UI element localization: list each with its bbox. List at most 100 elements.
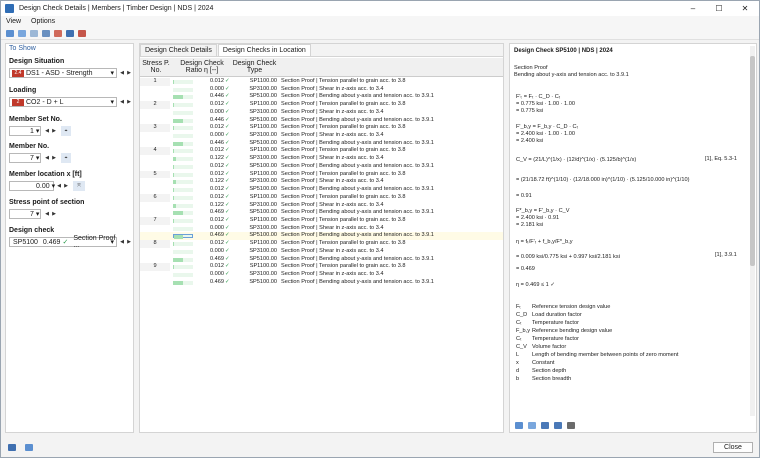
check-icon: ✓	[225, 178, 230, 185]
table-row[interactable]: 0.469 ✓ SP5100.00 Section Proof | Bending a…	[140, 232, 503, 241]
table-row[interactable]: 0.000 ✓ SP3100.00 Section Proof | Shear in …	[140, 225, 503, 233]
next-arrow-icon[interactable]: ▶	[51, 209, 57, 219]
table-row[interactable]: 5 0.012 ✓ SP1100.00 Section Proof | Tension …	[140, 170, 503, 179]
table-row[interactable]: 0.000 ✓ SP3100.00 Section Proof | Shear in …	[140, 86, 503, 94]
table-row[interactable]: 0.469 ✓ SP5100.00 Section Proof | Bending a…	[140, 256, 503, 264]
flag-icon[interactable]	[52, 28, 63, 38]
table-row[interactable]: 1 0.012 ✓ SP1100.00 Section Proof | Tension …	[140, 78, 503, 86]
expand-icon[interactable]	[539, 420, 550, 430]
type-cell: SP1100.00	[249, 124, 277, 131]
maximize-icon[interactable]: ☐	[705, 1, 733, 16]
table-row[interactable]: 0.122 ✓ SP3100.00 Section Proof | Shear in …	[140, 202, 503, 210]
ratio-bar	[173, 234, 193, 240]
table-row[interactable]: 4 0.012 ✓ SP1100.00 Section Proof | Tension …	[140, 147, 503, 156]
location-select[interactable]: 0.00 ▾	[9, 181, 55, 191]
description-cell: Section Proof | Bending about y-axis and…	[281, 116, 434, 123]
ratio-bar-fill	[173, 118, 183, 123]
menu-view[interactable]: View	[1, 18, 26, 25]
zoom-icon[interactable]	[16, 28, 27, 38]
table-row[interactable]: 9 0.012 ✓ SP1100.00 Section Proof | Tension …	[140, 263, 503, 271]
filter-icon[interactable]	[76, 28, 87, 38]
prev-arrow-icon[interactable]: ◀	[44, 153, 50, 163]
prev-arrow-icon[interactable]: ◀	[44, 209, 50, 219]
prev-arrow-icon[interactable]: ◀	[119, 68, 125, 78]
export-icon[interactable]	[64, 28, 75, 38]
design-check-select[interactable]: SP5100 0.469 ✓ Section Proof ... ▾	[9, 235, 117, 249]
prev-arrow-icon[interactable]: ◀	[56, 181, 62, 191]
ratio-bar-fill	[173, 95, 183, 100]
member-select[interactable]: 7 ▾	[9, 153, 41, 163]
table-icon[interactable]	[28, 28, 39, 38]
select-icon[interactable]	[4, 28, 15, 38]
prev-arrow-icon[interactable]: ◀	[119, 237, 125, 247]
print-icon[interactable]	[565, 420, 576, 430]
tab-design-checks-in-location[interactable]: Design Checks in Location	[217, 44, 311, 56]
design-situation-value: DS1 - ASD - Strength	[26, 69, 93, 77]
check-icon: ✓	[225, 116, 230, 123]
table-row[interactable]: 0.446 ✓ SP5100.00 Section Proof | Bending a…	[140, 93, 503, 101]
table-row[interactable]: 0.000 ✓ SP3100.00 Section Proof | Shear in …	[140, 271, 503, 279]
prev-arrow-icon[interactable]: ◀	[119, 97, 125, 107]
table-row[interactable]: 0.446 ✓ SP5100.00 Section Proof | Bending a…	[140, 117, 503, 125]
collapse-icon[interactable]	[552, 420, 563, 430]
location-pick-icon[interactable]: ⤧	[73, 181, 85, 191]
table-row[interactable]: 0.446 ✓ SP5100.00 Section Proof | Bending a…	[140, 140, 503, 148]
next-arrow-icon[interactable]: ▶	[126, 97, 132, 107]
stress-point-select[interactable]: 7 ▾	[9, 209, 41, 219]
close-icon[interactable]: ✕	[731, 1, 759, 16]
ratio-bar	[173, 265, 193, 270]
next-arrow-icon[interactable]: ▶	[126, 237, 132, 247]
pick-member-icon[interactable]: ⌖	[61, 153, 71, 163]
table-row[interactable]: 8 0.012 ✓ SP1100.00 Section Proof | Tension …	[140, 240, 503, 248]
detail-scrollbar[interactable]	[750, 46, 755, 416]
loading-select[interactable]: 2 CO2 - D + L ▾	[9, 97, 117, 107]
ratio-cell: 0.000	[210, 247, 224, 254]
ratio-bar	[173, 103, 193, 108]
table-row[interactable]: 6 0.012 ✓ SP1100.00 Section Proof | Tension …	[140, 193, 503, 202]
table-row[interactable]: 0.469 ✓ SP5100.00 Section Proof | Bending a…	[140, 209, 503, 217]
table-row[interactable]: 0.122 ✓ SP3100.00 Section Proof | Shear in …	[140, 155, 503, 163]
description-cell: Section Proof | Bending about y-axis and…	[281, 93, 434, 100]
prev-arrow-icon[interactable]: ◀	[44, 126, 50, 136]
description-cell: Section Proof | Shear in z-axis acc. to …	[281, 132, 384, 139]
table-row[interactable]: 3 0.012 ✓ SP1100.00 Section Proof | Tension …	[140, 124, 503, 133]
units-icon[interactable]	[513, 420, 524, 430]
tab-design-check-details[interactable]: Design Check Details	[140, 44, 217, 56]
table-row[interactable]: 0.122 ✓ SP3100.00 Section Proof | Shear in …	[140, 178, 503, 186]
member-set-select[interactable]: 1 ▾	[9, 126, 41, 136]
sort-icon[interactable]	[526, 420, 537, 430]
ratio-cell: 0.000	[210, 224, 224, 231]
units-icon[interactable]	[23, 442, 34, 452]
minimize-icon[interactable]: –	[679, 1, 707, 16]
to-show-heading: To Show	[9, 45, 36, 52]
ratio-cell: 0.446	[210, 93, 224, 100]
table-row[interactable]: 2 0.012 ✓ SP1100.00 Section Proof | Tension …	[140, 101, 503, 109]
table-row[interactable]: 7 0.012 ✓ SP1100.00 Section Proof | Tension …	[140, 216, 503, 225]
table-row[interactable]: 0.000 ✓ SP3100.00 Section Proof | Shear in …	[140, 109, 503, 117]
type-cell: SP5100.00	[249, 209, 277, 216]
menu-options[interactable]: Options	[26, 18, 60, 25]
check-icon: ✓	[62, 239, 69, 246]
ratio-bar	[173, 110, 193, 115]
close-button[interactable]: Close	[713, 442, 753, 453]
type-cell: SP3100.00	[249, 108, 277, 115]
ratio-bar	[173, 157, 193, 162]
table-row[interactable]: 0.469 ✓ SP5100.00 Section Proof | Bending a…	[140, 279, 503, 287]
table-row[interactable]: 0.012 ✓ SP5100.00 Section Proof | Bending a…	[140, 186, 503, 194]
legend-description: Volume factor	[532, 344, 567, 350]
check-icon: ✓	[225, 240, 230, 247]
next-arrow-icon[interactable]: ▶	[51, 153, 57, 163]
next-arrow-icon[interactable]: ▶	[51, 126, 57, 136]
design-situation-select[interactable]: 2.4 DS1 - ASD - Strength ▾	[9, 68, 117, 78]
ratio-cell: 0.012	[210, 101, 224, 108]
table-row[interactable]: 0.012 ✓ SP5100.00 Section Proof | Bending a…	[140, 163, 503, 171]
next-arrow-icon[interactable]: ▶	[63, 181, 69, 191]
next-arrow-icon[interactable]: ▶	[126, 68, 132, 78]
pick-member-icon[interactable]: ⌖	[61, 126, 71, 136]
ratio-bar-fill	[174, 235, 184, 240]
help-icon[interactable]	[6, 442, 17, 452]
type-cell: SP5100.00	[249, 116, 277, 123]
table-row[interactable]: 0.000 ✓ SP3100.00 Section Proof | Shear in …	[140, 248, 503, 256]
list-icon[interactable]	[40, 28, 51, 38]
table-row[interactable]: 0.000 ✓ SP3100.00 Section Proof | Shear in …	[140, 132, 503, 140]
